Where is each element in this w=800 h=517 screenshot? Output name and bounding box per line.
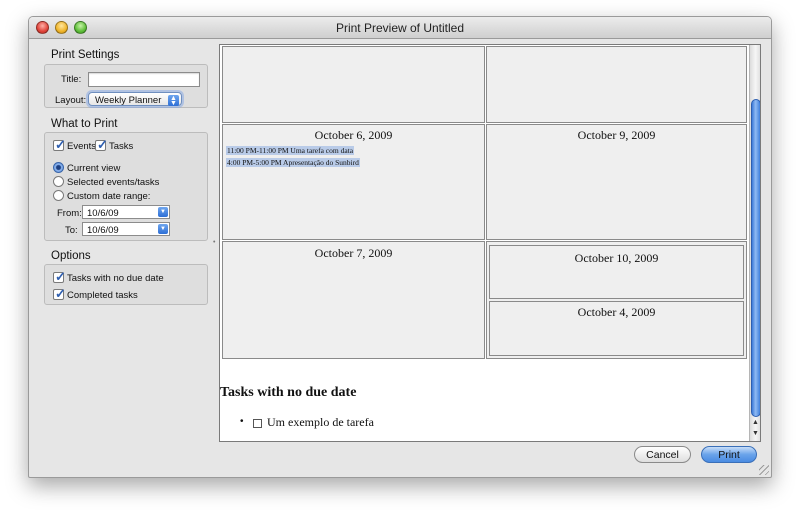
radio-custom-range[interactable] (53, 190, 64, 201)
what-to-print-group: ✓ Events ✓ Tasks Current view Selected e… (44, 132, 208, 241)
day-cell-blank (486, 46, 747, 123)
day-date: October 4, 2009 (577, 305, 656, 319)
bullet-icon: • (240, 416, 244, 427)
no-due-date-label: Tasks with no due date (67, 273, 164, 284)
what-to-print-heading: What to Print (51, 118, 118, 130)
checkmark-icon: ✓ (55, 286, 66, 301)
title-input[interactable] (88, 72, 200, 87)
scroll-up-icon[interactable]: ▲ (752, 419, 759, 426)
day-date: October 6, 2009 (314, 128, 393, 142)
splitter-handle-icon[interactable]: • (213, 239, 215, 246)
print-settings-heading: Print Settings (51, 49, 120, 61)
from-label: From: (57, 208, 82, 219)
popup-arrows-icon: ▲ ▼ (168, 95, 179, 107)
to-label: To: (65, 225, 78, 236)
title-label: Title: (61, 74, 82, 85)
radio-custom-range-label: Custom date range: (67, 191, 151, 202)
radio-current-view[interactable] (53, 162, 64, 173)
completed-tasks-label: Completed tasks (67, 290, 138, 301)
print-settings-group: Title: Layout: Weekly Planner ▲ ▼ (44, 64, 208, 108)
print-preview-window: Print Preview of Untitled Print Settings… (28, 16, 772, 478)
checkmark-icon: ✓ (55, 137, 66, 152)
event-item[interactable]: 11:00 PM-11:00 PM Uma tarefa com data (226, 146, 355, 155)
no-due-date-checkbox[interactable]: ✓ (53, 269, 66, 284)
tasks-no-due-heading: Tasks with no due date (220, 385, 357, 400)
day-cell: October 10, 2009 (489, 245, 744, 299)
title-bar[interactable]: Print Preview of Untitled (29, 17, 771, 39)
day-cell: October 4, 2009 (489, 301, 744, 356)
day-cell-blank (222, 46, 485, 123)
window-title: Print Preview of Untitled (335, 21, 465, 35)
weekend-cell: October 10, 2009 October 4, 2009 (486, 241, 747, 359)
scroll-down-icon[interactable]: ▼ (752, 430, 759, 437)
resize-grip-icon[interactable] (759, 465, 769, 475)
dropdown-arrow-icon[interactable]: ▼ (158, 207, 168, 217)
layout-popup-value: Weekly Planner (95, 95, 162, 106)
day-date: October 10, 2009 (574, 251, 659, 265)
completed-tasks-checkbox[interactable]: ✓ (53, 286, 66, 301)
tasks-label: Tasks (109, 141, 134, 152)
to-date-field[interactable]: 10/6/09 ▼ (82, 222, 170, 236)
day-cell: October 7, 2009 (222, 241, 485, 359)
layout-popup[interactable]: Weekly Planner ▲ ▼ (88, 92, 182, 107)
print-button[interactable]: Print (701, 446, 757, 463)
day-cell: October 9, 2009 (486, 124, 747, 240)
scrollbar-thumb[interactable] (751, 99, 760, 417)
checkmark-icon: ✓ (55, 269, 66, 284)
checkmark-icon: ✓ (97, 137, 108, 152)
radio-current-view-label: Current view (67, 163, 121, 174)
from-date-field[interactable]: 10/6/09 ▼ (82, 205, 170, 219)
options-heading: Options (51, 250, 91, 262)
day-date: October 7, 2009 (314, 246, 393, 260)
from-date-value: 10/6/09 (87, 208, 119, 219)
event-item[interactable]: 4:00 PM-5:00 PM Apresentação do Sunbird (226, 158, 360, 167)
events-checkbox[interactable]: ✓ (53, 137, 66, 152)
task-item-label: Um exemplo de tarefa (267, 415, 374, 429)
to-date-value: 10/6/09 (87, 225, 119, 236)
print-preview-pane[interactable]: October 6, 2009 11:00 PM-11:00 PM Uma ta… (219, 44, 761, 442)
vertical-scrollbar[interactable]: ▲ ▼ (749, 45, 760, 441)
day-cell: October 6, 2009 11:00 PM-11:00 PM Uma ta… (222, 124, 485, 240)
day-date: October 9, 2009 (577, 128, 656, 142)
events-label: Events (67, 141, 97, 152)
dropdown-arrow-icon[interactable]: ▼ (158, 224, 168, 234)
radio-selected-events[interactable] (53, 176, 64, 187)
cancel-button[interactable]: Cancel (634, 446, 691, 463)
options-group: ✓ Tasks with no due date ✓ Completed tas… (44, 264, 208, 305)
radio-selected-events-label: Selected events/tasks (67, 177, 160, 188)
layout-label: Layout: (55, 95, 87, 106)
task-checkbox (253, 419, 262, 428)
tasks-checkbox[interactable]: ✓ (95, 137, 108, 152)
